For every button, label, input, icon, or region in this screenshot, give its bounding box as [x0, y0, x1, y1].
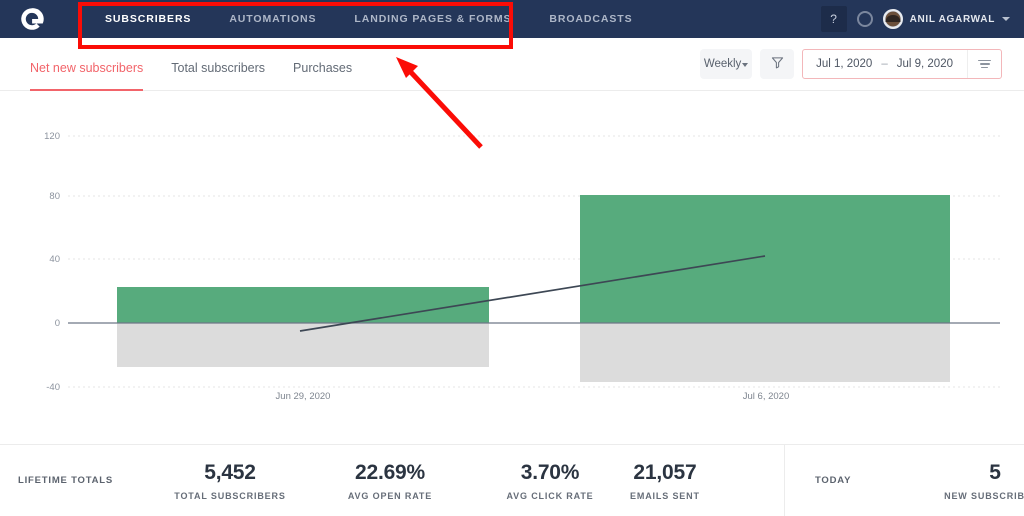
chart-canvas: 120 80 40 0 -40 Jun 29, 2020 Jul 6, 2020 — [44, 131, 1000, 402]
tab-purchases[interactable]: Purchases — [279, 38, 366, 91]
summary-stats-bar: LIFETIME TOTALS 5,452 TOTAL SUBSCRIBERS … — [0, 444, 1024, 516]
x-tick-jun-29: Jun 29, 2020 — [276, 391, 331, 402]
today-group: TODAY 5 NEW SUBSCRIBERS — [784, 444, 1024, 516]
chevron-down-icon — [1002, 17, 1010, 21]
chevron-down-icon — [742, 63, 749, 67]
net-new-subscribers-chart: 120 80 40 0 -40 Jun 29, 2020 Jul 6, 2020 — [0, 91, 1024, 444]
bar-group-jun-29[interactable] — [117, 287, 489, 367]
interval-select[interactable]: Weekly — [700, 49, 753, 79]
chart-controls: Weekly Jul 1, 2020 – Jul 9, 2020 — [700, 49, 1024, 79]
nav-link-landing-pages-and-forms[interactable]: LANDING PAGES & FORMS — [335, 0, 530, 38]
avatar — [882, 9, 903, 29]
stat-emails-sent: 21,057 EMAILS SENT — [630, 461, 700, 501]
convertkit-logo-icon — [19, 6, 45, 32]
stat-new-subscribers-caption: NEW SUBSCRIBERS — [944, 490, 1024, 501]
tab-net-new-subscribers[interactable]: Net new subscribers — [30, 38, 157, 91]
help-button[interactable]: ? — [820, 6, 847, 32]
y-tick-40: 40 — [49, 254, 60, 265]
list-lines-icon[interactable] — [967, 50, 1001, 78]
stat-total-subscribers-value: 5,452 — [204, 460, 256, 484]
analytics-dashboard: SUBSCRIBERS AUTOMATIONS LANDING PAGES & … — [0, 0, 1024, 516]
date-range-picker[interactable]: Jul 1, 2020 – Jul 9, 2020 — [802, 49, 1002, 79]
stat-total-subscribers-caption: TOTAL SUBSCRIBERS — [174, 490, 286, 501]
interval-label: Weekly — [703, 58, 742, 70]
stat-emails-sent-caption: EMAILS SENT — [630, 490, 700, 501]
stat-avg-open-rate-caption: AVG OPEN RATE — [347, 490, 433, 501]
bar-positive-jun-29[interactable] — [117, 287, 489, 323]
metric-tabs: Net new subscribers Total subscribers Pu… — [0, 38, 366, 91]
y-tick-80: 80 — [49, 191, 60, 202]
stat-new-subscribers-value: 5 — [989, 460, 1001, 484]
brand-logo[interactable] — [0, 6, 64, 32]
stat-avg-click-rate: 3.70% AVG CLICK RATE — [470, 461, 630, 501]
y-tick-120: 120 — [44, 131, 60, 142]
lifetime-totals-group: LIFETIME TOTALS 5,452 TOTAL SUBSCRIBERS … — [0, 445, 784, 516]
circle-icon[interactable] — [856, 11, 873, 27]
stat-avg-open-rate: 22.69% AVG OPEN RATE — [310, 461, 470, 501]
user-menu[interactable]: ANIL AGARWAL — [882, 9, 1010, 29]
y-tick-0: 0 — [55, 318, 60, 329]
top-navbar: SUBSCRIBERS AUTOMATIONS LANDING PAGES & … — [0, 0, 1024, 38]
date-range-start: Jul 1, 2020 — [816, 58, 873, 70]
x-tick-jul-6: Jul 6, 2020 — [743, 391, 789, 402]
stat-new-subscribers: 5 NEW SUBSCRIBERS — [905, 461, 1024, 501]
chart-y-axis-labels: 120 80 40 0 -40 — [44, 131, 60, 393]
y-tick-neg40: -40 — [46, 382, 60, 393]
filter-button[interactable] — [760, 49, 795, 79]
today-label: TODAY — [815, 475, 852, 486]
nav-link-subscribers[interactable]: SUBSCRIBERS — [86, 0, 210, 38]
primary-nav: SUBSCRIBERS AUTOMATIONS LANDING PAGES & … — [64, 0, 651, 38]
user-name: ANIL AGARWAL — [909, 13, 995, 25]
bar-negative-jul-6[interactable] — [580, 323, 950, 382]
stat-total-subscribers: 5,452 TOTAL SUBSCRIBERS — [150, 461, 310, 501]
stat-avg-click-rate-caption: AVG CLICK RATE — [506, 490, 594, 501]
bar-negative-jun-29[interactable] — [117, 323, 489, 367]
stat-avg-open-rate-value: 22.69% — [354, 460, 426, 484]
nav-link-automations[interactable]: AUTOMATIONS — [210, 0, 335, 38]
stat-avg-click-rate-value: 3.70% — [520, 460, 580, 484]
nav-link-broadcasts[interactable]: BROADCASTS — [530, 0, 651, 38]
bar-positive-jul-6[interactable] — [580, 195, 950, 323]
lifetime-totals-label: LIFETIME TOTALS — [18, 475, 114, 486]
date-range-end: Jul 9, 2020 — [896, 58, 953, 70]
chart-x-axis-labels: Jun 29, 2020 Jul 6, 2020 — [276, 391, 790, 402]
stat-emails-sent-value: 21,057 — [633, 460, 697, 484]
tab-total-subscribers[interactable]: Total subscribers — [157, 38, 279, 91]
navbar-right-controls: ? ANIL AGARWAL — [820, 6, 1024, 32]
date-range-separator: – — [881, 58, 888, 70]
filter-funnel-icon — [771, 56, 784, 72]
date-range-values: Jul 1, 2020 – Jul 9, 2020 — [803, 58, 967, 70]
bar-group-jul-6[interactable] — [580, 195, 950, 382]
sub-header: Net new subscribers Total subscribers Pu… — [0, 38, 1024, 91]
